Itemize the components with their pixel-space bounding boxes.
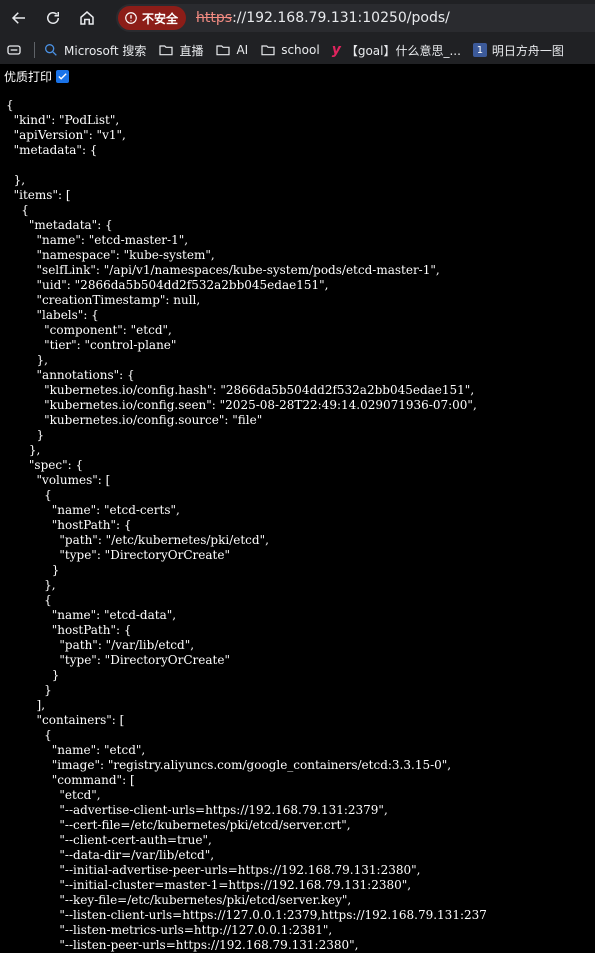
json-line: "--data-dir=/var/lib/etcd",: [6, 848, 215, 862]
bookmark-folder-school[interactable]: school: [254, 38, 325, 62]
json-line: "name": "etcd-certs",: [6, 503, 180, 517]
folder-icon: [216, 45, 231, 56]
json-line: }: [6, 428, 45, 442]
json-line: "--listen-peer-urls=https://192.168.79.1…: [6, 938, 359, 952]
bookmark-arknights[interactable]: 1 明日方舟一图: [467, 38, 570, 62]
json-line: "metadata": {: [6, 143, 98, 157]
tab-search-button[interactable]: [0, 38, 28, 62]
y-site-icon: y: [331, 42, 341, 58]
json-line: {: [6, 488, 52, 502]
json-line: "--initial-advertise-peer-urls=https://1…: [6, 863, 421, 877]
bookmarks-divider: [34, 42, 35, 58]
json-line: "creationTimestamp": null,: [6, 293, 201, 307]
home-icon: [80, 11, 94, 25]
url-scheme: https: [196, 10, 233, 26]
bookmark-label: 【goal】什么意思_...: [345, 43, 461, 58]
json-line: "--client-cert-auth=true",: [6, 833, 212, 847]
json-line: "uid": "2866da5b504dd2f532a2bb045edae151…: [6, 278, 329, 292]
folder-icon: [159, 45, 174, 56]
not-secure-chip[interactable]: 不安全: [118, 6, 187, 30]
pretty-print-label: 优质打印: [4, 69, 53, 84]
json-line: "kubernetes.io/config.hash": "2866da5b50…: [6, 383, 475, 397]
json-line: "volumes": [: [6, 473, 111, 487]
search-icon: [45, 44, 57, 56]
json-line: },: [6, 173, 26, 187]
bookmark-goal-meaning[interactable]: y 【goal】什么意思_...: [326, 38, 467, 62]
json-line: "name": "etcd-data",: [6, 608, 177, 622]
pretty-print-checkbox[interactable]: [56, 69, 70, 83]
json-line: [6, 158, 487, 173]
url-path: ://192.168.79.131:10250/pods/: [232, 10, 450, 26]
json-line: {: [6, 593, 52, 607]
number-one-icon: 1: [472, 43, 487, 57]
json-line: }: [6, 683, 52, 697]
json-line: "type": "DirectoryOrCreate": [6, 653, 230, 667]
json-line: {: [6, 203, 29, 217]
json-line: "metadata": {: [6, 218, 113, 232]
json-line: "apiVersion": "v1",: [6, 128, 126, 142]
json-line: "command": [: [6, 773, 135, 787]
home-button[interactable]: [72, 3, 102, 33]
json-line: },: [6, 443, 41, 457]
pretty-print-toggle[interactable]: 优质打印: [4, 68, 70, 84]
json-line: "items": [: [6, 188, 71, 202]
json-line: "hostPath": {: [6, 623, 132, 637]
json-line: {: [6, 728, 52, 742]
json-line: ],: [6, 698, 46, 712]
back-arrow-icon: [11, 12, 25, 24]
address-bar[interactable]: 不安全 https://192.168.79.131:10250/pods/: [116, 4, 595, 32]
json-line: "component": "etcd",: [6, 323, 172, 337]
json-line: },: [6, 578, 56, 592]
json-line: "labels": {: [6, 308, 99, 322]
warning-shield-icon: [125, 12, 137, 24]
reload-button[interactable]: [38, 3, 68, 33]
tab-strip-icon: [7, 45, 21, 55]
bookmark-folder-ai[interactable]: AI: [209, 38, 254, 62]
json-line: "namespace": "kube-system",: [6, 248, 215, 262]
browser-toolbar: 不安全 https://192.168.79.131:10250/pods/: [0, 0, 595, 36]
bookmarks-bar: Microsoft 搜索 直播 AI school y 【goal】什么意思_.…: [0, 36, 595, 64]
checkmark-icon: [58, 72, 67, 80]
json-line: {: [6, 98, 14, 112]
json-line: }: [6, 668, 60, 682]
url-text[interactable]: https://192.168.79.131:10250/pods/: [196, 10, 450, 26]
json-line: "selfLink": "/api/v1/namespaces/kube-sys…: [6, 263, 440, 277]
reload-icon: [47, 12, 59, 24]
json-line: "--listen-metrics-urls=http://127.0.0.1:…: [6, 923, 333, 937]
json-line: "name": "etcd-master-1",: [6, 233, 189, 247]
json-line: "--key-file=/etc/kubernetes/pki/etcd/ser…: [6, 893, 352, 907]
json-line: "kubernetes.io/config.source": "file": [6, 413, 263, 427]
json-line: },: [6, 353, 48, 367]
json-viewer: { "kind": "PodList", "apiVersion": "v1",…: [6, 98, 487, 953]
json-line: "path": "/var/lib/etcd",: [6, 638, 195, 652]
bookmark-label: AI: [236, 43, 249, 57]
json-line: "image": "registry.aliyuncs.com/google_c…: [6, 758, 452, 772]
not-secure-label: 不安全: [142, 11, 179, 26]
json-line: "type": "DirectoryOrCreate": [6, 548, 230, 562]
bookmark-label: 明日方舟一图: [491, 43, 564, 58]
json-line: "kind": "PodList",: [6, 113, 120, 127]
json-line: "--cert-file=/etc/kubernetes/pki/etcd/se…: [6, 818, 351, 832]
json-line: "containers": [: [6, 713, 125, 727]
bookmark-label: Microsoft 搜索: [64, 43, 147, 58]
bookmark-microsoft-search[interactable]: Microsoft 搜索: [37, 38, 152, 62]
json-line: "kubernetes.io/config.seen": "2025-08-28…: [6, 398, 477, 412]
bookmark-label: 直播: [179, 43, 204, 58]
json-line: "annotations": {: [6, 368, 135, 382]
json-line: "--initial-cluster=master-1=https://192.…: [6, 878, 412, 892]
json-line: "--listen-client-urls=https://127.0.0.1:…: [6, 908, 487, 922]
bookmark-folder-live[interactable]: 直播: [152, 38, 209, 62]
folder-icon: [261, 45, 275, 56]
json-line: "spec": {: [6, 458, 84, 472]
json-line: "hostPath": {: [6, 518, 132, 532]
bookmark-label: school: [281, 43, 320, 57]
json-line: "--advertise-client-urls=https://192.168…: [6, 803, 388, 817]
json-line: "etcd",: [6, 788, 101, 802]
json-line: "name": "etcd",: [6, 743, 146, 757]
json-line: "tier": "control-plane": [6, 338, 177, 352]
back-button[interactable]: [4, 3, 34, 33]
json-line: }: [6, 563, 60, 577]
json-line: "path": "/etc/kubernetes/pki/etcd",: [6, 533, 269, 547]
